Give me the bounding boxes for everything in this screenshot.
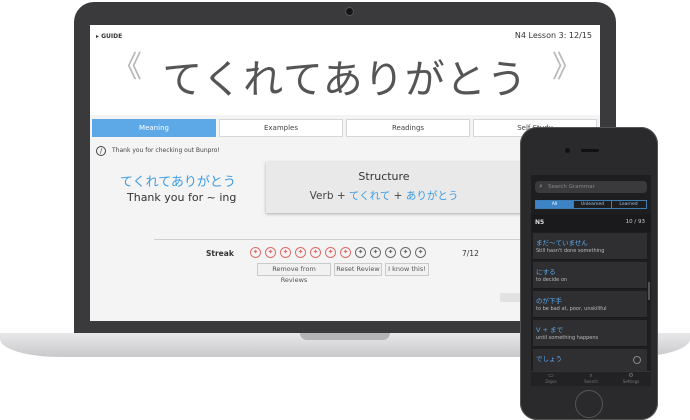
- streak-icon: ✦: [265, 247, 276, 258]
- tab-label: Dojos: [545, 379, 557, 384]
- streak-icon: ✦: [295, 247, 306, 258]
- grammar-header: ▸ GUIDE N4 Lesson 3: 12/15 《 てくれてありがとう 》: [90, 25, 600, 115]
- phone-home-button[interactable]: [575, 390, 603, 418]
- list-item[interactable]: のが下手 to be bad at, poor, unskillful: [533, 291, 647, 318]
- status-icon: [633, 356, 641, 364]
- structure-part-verb: Verb +: [309, 190, 349, 202]
- structure-title: Structure: [358, 170, 410, 183]
- streak-count: 7/12: [462, 249, 479, 258]
- list-item[interactable]: まだ〜ていません Still hasn't done something: [533, 233, 647, 260]
- pencil-icon: /: [96, 146, 106, 156]
- section-count: 10 / 93: [625, 219, 645, 225]
- streak-icon: ✦: [325, 247, 336, 258]
- list-item[interactable]: にする to decide on: [533, 262, 647, 289]
- i-know-this-button[interactable]: I know this!: [385, 263, 429, 276]
- scrollbar[interactable]: [648, 282, 650, 300]
- section-label: N5: [535, 219, 545, 226]
- list-item-meaning: to be bad at, poor, unskillful: [536, 306, 607, 312]
- tab-meaning[interactable]: Meaning: [92, 119, 216, 137]
- tab-label: Settings: [622, 379, 640, 384]
- tab-label: Search: [584, 379, 598, 384]
- tab-examples[interactable]: Examples: [219, 119, 343, 137]
- list-item-meaning: Still hasn't done something: [536, 248, 605, 254]
- phone-screen: ⌕ Search Grammar All Unlearned Learned N…: [531, 175, 651, 386]
- streak-icon: ✦: [280, 247, 291, 258]
- phone-camera: [565, 148, 570, 153]
- lesson-progress: N4 Lesson 3: 12/15: [514, 31, 592, 40]
- structure-part-tekurete: てくれて: [348, 190, 391, 202]
- tab-settings[interactable]: ⚙ Settings: [611, 373, 651, 385]
- search-icon: ⌕: [539, 182, 543, 190]
- term-text: てくれてありがとう: [120, 175, 236, 190]
- list-item-meaning: until something happens: [536, 335, 599, 341]
- term-meaning: Thank you for ~ ing: [127, 191, 237, 204]
- list-item[interactable]: V + まで until something happens: [533, 320, 647, 347]
- segment-all[interactable]: All: [536, 201, 573, 208]
- streak-icon: ✦: [370, 247, 381, 258]
- tab-search[interactable]: ⌕ Search: [571, 373, 611, 385]
- section-header: N5 10 / 93: [531, 214, 651, 232]
- streak-icon: ✦: [415, 247, 426, 258]
- search-field[interactable]: ⌕ Search Grammar: [535, 181, 647, 193]
- streak-icon: ✦: [355, 247, 366, 258]
- chevron-right-icon[interactable]: 》: [552, 53, 582, 83]
- list-item-term: まだ〜ていません: [536, 239, 588, 247]
- streak-icon: ✦: [400, 247, 411, 258]
- streak-icon: ✦: [385, 247, 396, 258]
- streak-label: Streak: [206, 249, 234, 258]
- structure-formula: Verb + てくれて + ありがとう: [266, 188, 502, 203]
- laptop-base-notch: [300, 333, 390, 340]
- grammar-point-title: てくれてありがとう: [162, 57, 528, 103]
- list-item-meaning: to decide on: [536, 277, 568, 283]
- structure-part-arigatou: ありがとう: [405, 190, 459, 202]
- notice-text: Thank you for checking out Bunpro!: [112, 147, 220, 154]
- segment-learned[interactable]: Learned: [610, 201, 647, 208]
- streak-icon: ✦: [250, 247, 261, 258]
- tab-readings[interactable]: Readings: [346, 119, 470, 137]
- phone-tab-bar: ▭ Dojos ⌕ Search ⚙ Settings: [531, 371, 651, 386]
- guide-link[interactable]: ▸ GUIDE: [96, 33, 122, 40]
- list-item-term: でしょう: [536, 355, 562, 363]
- streak-icon: ✦: [340, 247, 351, 258]
- streak-icon: ✦: [310, 247, 321, 258]
- remove-from-reviews-button[interactable]: Remove from Reviews: [257, 263, 331, 284]
- laptop-camera: [345, 7, 354, 16]
- tab-dojos[interactable]: ▭ Dojos: [531, 373, 571, 385]
- structure-part-plus: +: [390, 190, 406, 202]
- phone-speaker: [581, 149, 599, 152]
- reset-review-button[interactable]: Reset Review: [334, 263, 382, 276]
- list-item-term: V + まで: [536, 326, 564, 334]
- list-item-term: のが下手: [536, 297, 562, 305]
- search-input[interactable]: Search Grammar: [548, 184, 595, 190]
- filter-segments: All Unlearned Learned: [535, 200, 647, 209]
- segment-unlearned[interactable]: Unlearned: [573, 201, 612, 208]
- list-item-term: にする: [536, 268, 556, 276]
